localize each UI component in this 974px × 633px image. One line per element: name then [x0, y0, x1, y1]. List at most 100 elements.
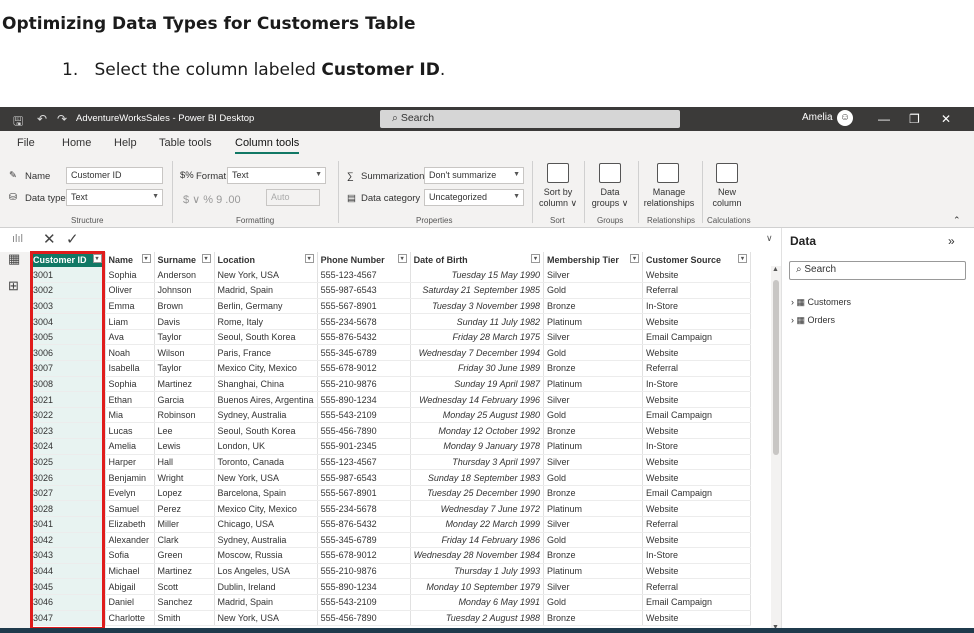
table-cell[interactable]: Referral: [642, 516, 751, 533]
collapse-pane-icon[interactable]: »: [948, 234, 955, 248]
table-cell[interactable]: Website: [642, 454, 751, 471]
table-cell[interactable]: Email Campaign: [642, 594, 751, 611]
table-cell[interactable]: Davis: [154, 313, 215, 330]
table-cell[interactable]: 3007: [30, 360, 106, 377]
table-cell[interactable]: 555-234-5678: [317, 500, 411, 517]
table-row[interactable]: 3047 Charlotte Smith New York, USA 555-456-7…: [30, 610, 751, 627]
table-cell[interactable]: Website: [642, 500, 751, 517]
table-cell[interactable]: Friday 30 June 1989: [410, 360, 545, 377]
table-cell[interactable]: Wednesday 14 February 1996: [410, 391, 545, 408]
table-cell[interactable]: Abigail: [105, 578, 155, 595]
table-cell[interactable]: Monday 6 May 1991: [410, 594, 545, 611]
table-cell[interactable]: Friday 28 March 1975: [410, 329, 545, 346]
table-cell[interactable]: 555-345-6789: [317, 532, 411, 549]
table-row[interactable]: 3045 Abigail Scott Dublin, Ireland 555-890-1…: [30, 578, 751, 595]
table-row[interactable]: 3001 Sophia Anderson New York, USA 555-123-4…: [30, 267, 751, 284]
table-cell[interactable]: Lewis: [154, 438, 215, 455]
redo-icon[interactable]: ↷: [57, 112, 67, 126]
table-cell[interactable]: Gold: [543, 594, 643, 611]
table-row[interactable]: 3002 Oliver Johnson Madrid, Spain 555-987-65…: [30, 282, 751, 299]
table-cell[interactable]: Perez: [154, 500, 215, 517]
table-cell[interactable]: 555-987-6543: [317, 282, 411, 299]
table-row[interactable]: 3007 Isabella Taylor Mexico City, Mexico 555…: [30, 360, 751, 377]
column-header-date-of-birth[interactable]: Date of Birth ▾: [410, 252, 545, 267]
table-cell[interactable]: Isabella: [105, 360, 155, 377]
table-cell[interactable]: Los Angeles, USA: [214, 563, 318, 580]
table-cell[interactable]: 555-234-5678: [317, 313, 411, 330]
table-cell[interactable]: Friday 14 February 1986: [410, 532, 545, 549]
table-cell[interactable]: Website: [642, 422, 751, 440]
table-cell[interactable]: 3045: [30, 578, 106, 595]
table-cell[interactable]: 555-345-6789: [317, 344, 411, 362]
table-cell[interactable]: Thursday 3 April 1997: [410, 454, 545, 471]
table-cell[interactable]: Sunday 18 September 1983: [410, 469, 545, 486]
table-cell[interactable]: 555-123-4567: [317, 454, 411, 471]
table-item-customers[interactable]: › ▦ Customers: [791, 297, 851, 308]
table-cell[interactable]: Referral: [642, 578, 751, 595]
column-header-location[interactable]: Location ▾: [214, 252, 318, 267]
table-cell[interactable]: 555-987-6543: [317, 469, 411, 486]
expand-formula-icon[interactable]: ∨: [766, 233, 773, 244]
table-cell[interactable]: 3004: [30, 313, 106, 330]
table-cell[interactable]: 3008: [30, 376, 106, 393]
filter-dropdown-icon[interactable]: ▾: [531, 254, 540, 263]
table-cell[interactable]: In-Store: [642, 547, 751, 564]
report-view-icon[interactable]: ılıl: [12, 233, 23, 245]
table-cell[interactable]: Monday 9 January 1978: [410, 438, 545, 455]
table-cell[interactable]: Website: [642, 313, 751, 330]
table-cell[interactable]: 3021: [30, 391, 106, 408]
table-cell[interactable]: Website: [642, 532, 751, 549]
table-cell[interactable]: Bronze: [543, 298, 643, 315]
table-cell[interactable]: Martinez: [154, 376, 215, 393]
new-column-button[interactable]: New column: [707, 187, 747, 209]
format-select[interactable]: Text ▼: [227, 167, 326, 184]
table-cell[interactable]: Lee: [154, 422, 215, 440]
table-cell[interactable]: Johnson: [154, 282, 215, 299]
save-icon[interactable]: 🖫: [13, 112, 23, 133]
table-cell[interactable]: Sunday 19 April 1987: [410, 376, 545, 393]
table-cell[interactable]: 555-567-8901: [317, 485, 411, 502]
commit-formula-icon[interactable]: ✓: [66, 230, 79, 248]
table-cell[interactable]: Website: [642, 610, 751, 627]
datatype-select[interactable]: Text ▼: [66, 189, 163, 206]
table-cell[interactable]: Wednesday 28 November 1984: [410, 547, 545, 564]
table-cell[interactable]: Tuesday 2 August 1988: [410, 610, 545, 627]
table-cell[interactable]: Barcelona, Spain: [214, 485, 318, 502]
table-cell[interactable]: 3043: [30, 547, 106, 564]
table-cell[interactable]: Samuel: [105, 500, 155, 517]
table-cell[interactable]: 555-456-7890: [317, 422, 411, 440]
table-cell[interactable]: Email Campaign: [642, 407, 751, 424]
table-cell[interactable]: New York, USA: [214, 610, 318, 627]
cancel-formula-icon[interactable]: ✕: [43, 230, 56, 248]
table-cell[interactable]: Clark: [154, 532, 215, 549]
table-cell[interactable]: Email Campaign: [642, 329, 751, 346]
table-cell[interactable]: Silver: [543, 329, 643, 346]
table-cell[interactable]: Mia: [105, 407, 155, 424]
table-cell[interactable]: Referral: [642, 282, 751, 299]
table-cell[interactable]: Sophia: [105, 267, 155, 284]
table-row[interactable]: 3027 Evelyn Lopez Barcelona, Spain 555-567-8…: [30, 485, 751, 502]
table-cell[interactable]: Lucas: [105, 422, 155, 440]
table-row[interactable]: 3026 Benjamin Wright New York, USA 555-987-6…: [30, 469, 751, 486]
table-cell[interactable]: Tuesday 3 November 1998: [410, 298, 545, 315]
tab-column-tools[interactable]: Column tools: [235, 137, 300, 154]
table-cell[interactable]: Ethan: [105, 391, 155, 408]
table-cell[interactable]: 3027: [30, 485, 106, 502]
number-format-buttons[interactable]: $ ∨ % 9 .00: [183, 193, 241, 206]
table-cell[interactable]: 3046: [30, 594, 106, 611]
summarization-select[interactable]: Don't summarize ▼: [424, 167, 524, 184]
filter-dropdown-icon[interactable]: ▾: [92, 254, 102, 263]
table-row[interactable]: 3005 Ava Taylor Seoul, South Korea 555-876-5…: [30, 329, 751, 346]
table-cell[interactable]: Lopez: [154, 485, 215, 502]
tab-file[interactable]: File: [17, 137, 35, 149]
table-cell[interactable]: Bronze: [543, 547, 643, 564]
title-search[interactable]: ⌕ Search: [380, 110, 680, 128]
minimize-icon[interactable]: —: [878, 112, 890, 126]
table-cell[interactable]: 555-876-5432: [317, 516, 411, 533]
table-cell[interactable]: Moscow, Russia: [214, 547, 318, 564]
data-groups-button[interactable]: Data groups ∨: [588, 187, 632, 209]
table-cell[interactable]: Platinum: [543, 563, 643, 580]
table-row[interactable]: 3023 Lucas Lee Seoul, South Korea 555-456-78…: [30, 422, 751, 440]
table-cell[interactable]: Alexander: [105, 532, 155, 549]
table-cell[interactable]: Sophia: [105, 376, 155, 393]
